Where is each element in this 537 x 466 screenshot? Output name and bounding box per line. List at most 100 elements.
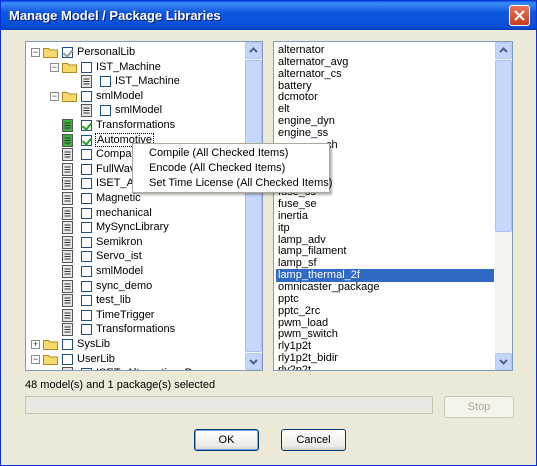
tree-item[interactable]: − IST_Machine xyxy=(26,60,244,75)
tree-item[interactable]: test_lib xyxy=(26,293,244,308)
context-menu: Compile (All Checked Items) Encode (All … xyxy=(132,143,332,193)
library-icon xyxy=(62,221,73,235)
tree-item-label: TimeTrigger xyxy=(96,308,155,321)
folder-icon xyxy=(62,91,77,102)
item-checkbox[interactable] xyxy=(81,236,92,248)
tree-item-label: Magnetic xyxy=(96,192,141,204)
tree-item[interactable]: Servo_ist xyxy=(26,249,244,264)
item-checkbox[interactable] xyxy=(100,105,111,117)
tree-item-label: PersonalLib xyxy=(77,46,136,58)
title-bar[interactable]: Manage Model / Package Libraries xyxy=(1,1,536,30)
scroll-thumb[interactable] xyxy=(245,60,262,352)
expand-toggle[interactable]: − xyxy=(50,62,59,72)
item-checkbox[interactable] xyxy=(81,251,92,263)
tree-item[interactable]: smlModel xyxy=(26,103,244,118)
tree-item[interactable]: mechanical xyxy=(26,206,244,221)
tree-item[interactable]: ISET_Alternative_Power xyxy=(26,366,244,370)
library-icon xyxy=(62,133,73,147)
item-checkbox[interactable] xyxy=(81,193,92,204)
item-checkbox[interactable] xyxy=(62,353,73,365)
item-checkbox[interactable] xyxy=(62,47,73,58)
item-checkbox[interactable] xyxy=(81,90,92,102)
list-scroll-down-button[interactable] xyxy=(495,353,512,370)
item-checkbox[interactable] xyxy=(81,280,92,292)
progress-bar xyxy=(25,396,433,414)
folder-icon xyxy=(43,339,58,350)
expand-toggle[interactable]: + xyxy=(31,340,40,349)
item-checkbox[interactable] xyxy=(81,266,92,277)
close-button[interactable] xyxy=(509,5,530,26)
library-icon xyxy=(62,235,73,249)
ok-button[interactable]: OK xyxy=(194,429,259,451)
tree-item-label: test_lib xyxy=(96,294,131,307)
item-checkbox[interactable] xyxy=(81,309,92,321)
stop-button[interactable]: Stop xyxy=(444,396,514,418)
item-checkbox[interactable] xyxy=(81,178,92,190)
library-icon xyxy=(62,119,73,132)
menu-item-encode[interactable]: Encode (All Checked Items) xyxy=(149,162,285,177)
item-checkbox[interactable] xyxy=(100,76,111,88)
tree-item[interactable]: sync_demo xyxy=(26,279,244,294)
tree-item-label: smlModel xyxy=(96,265,144,277)
item-checkbox[interactable] xyxy=(81,120,92,131)
item-checkbox[interactable] xyxy=(62,339,73,350)
tree-item-label: sync_demo xyxy=(96,279,153,292)
tree-item[interactable]: Semikron xyxy=(26,235,244,250)
tree-item[interactable]: IST_Machine xyxy=(26,74,244,89)
model-list[interactable]: alternator alternator_avg alternator_cs bat… xyxy=(273,41,513,371)
tree-item[interactable]: − UserLib xyxy=(26,352,244,367)
scroll-up-button[interactable] xyxy=(245,42,262,59)
tree-item-label: smlModel xyxy=(96,89,144,102)
tree-item[interactable]: − smlModel xyxy=(26,89,244,104)
item-checkbox[interactable] xyxy=(81,207,92,219)
tree-item[interactable]: Magnetic xyxy=(26,191,244,206)
tree-item-label: UserLib xyxy=(77,352,115,365)
model-list-item[interactable]: rly2p2t xyxy=(276,364,494,370)
item-checkbox[interactable] xyxy=(81,134,92,146)
item-checkbox[interactable] xyxy=(81,149,92,161)
tree-item-label: Semikron xyxy=(96,235,143,248)
item-checkbox[interactable] xyxy=(81,222,92,234)
tree-item-label: smlModel xyxy=(115,104,163,117)
item-checkbox[interactable] xyxy=(81,324,92,336)
folder-icon xyxy=(43,354,58,365)
tree-item-label: mechanical xyxy=(96,206,152,219)
list-scroll-up-button[interactable] xyxy=(495,42,512,59)
cancel-button[interactable]: Cancel xyxy=(281,429,346,451)
library-icon xyxy=(62,162,73,176)
library-icon xyxy=(62,367,73,370)
selection-status: 48 model(s) and 1 package(s) selected xyxy=(25,379,216,391)
library-icon xyxy=(81,104,92,118)
scroll-down-button[interactable] xyxy=(245,353,262,370)
tree-item[interactable]: Transformations xyxy=(26,322,244,337)
library-icon xyxy=(62,265,73,278)
item-checkbox[interactable] xyxy=(81,163,92,175)
item-checkbox[interactable] xyxy=(81,368,92,370)
expand-toggle[interactable]: − xyxy=(31,48,40,57)
item-checkbox[interactable] xyxy=(81,61,92,73)
close-icon xyxy=(514,10,525,21)
item-checkbox[interactable] xyxy=(81,295,92,307)
tree-item[interactable]: TimeTrigger xyxy=(26,308,244,323)
library-icon xyxy=(62,294,73,308)
expand-toggle[interactable]: − xyxy=(50,91,59,101)
expand-toggle[interactable]: − xyxy=(31,354,40,364)
list-scroll-thumb[interactable] xyxy=(495,60,512,232)
library-tree[interactable]: − PersonalLib − IST_Machine IST_Machine − smlM… xyxy=(25,41,263,371)
tree-item[interactable]: smlModel xyxy=(26,264,244,279)
tree-item[interactable]: MySyncLibrary xyxy=(26,220,244,235)
menu-item-set-time-license[interactable]: Set Time License (All Checked Items) xyxy=(149,177,332,192)
tree-item-label: IST_Machine xyxy=(96,60,161,73)
tree-item[interactable]: − PersonalLib xyxy=(26,45,244,60)
tree-item-label: Servo_ist xyxy=(96,250,142,263)
tree-scrollbar[interactable] xyxy=(245,42,262,370)
library-icon xyxy=(81,75,92,89)
window-title: Manage Model / Package Libraries xyxy=(9,8,221,23)
list-scrollbar[interactable] xyxy=(495,42,512,370)
library-icon xyxy=(62,148,73,162)
tree-item[interactable]: + SysLib xyxy=(26,337,244,352)
folder-icon xyxy=(43,47,58,58)
menu-item-compile[interactable]: Compile (All Checked Items) xyxy=(149,147,288,162)
tree-item-label: IST_Machine xyxy=(115,75,180,88)
tree-item[interactable]: Transformations xyxy=(26,118,244,133)
